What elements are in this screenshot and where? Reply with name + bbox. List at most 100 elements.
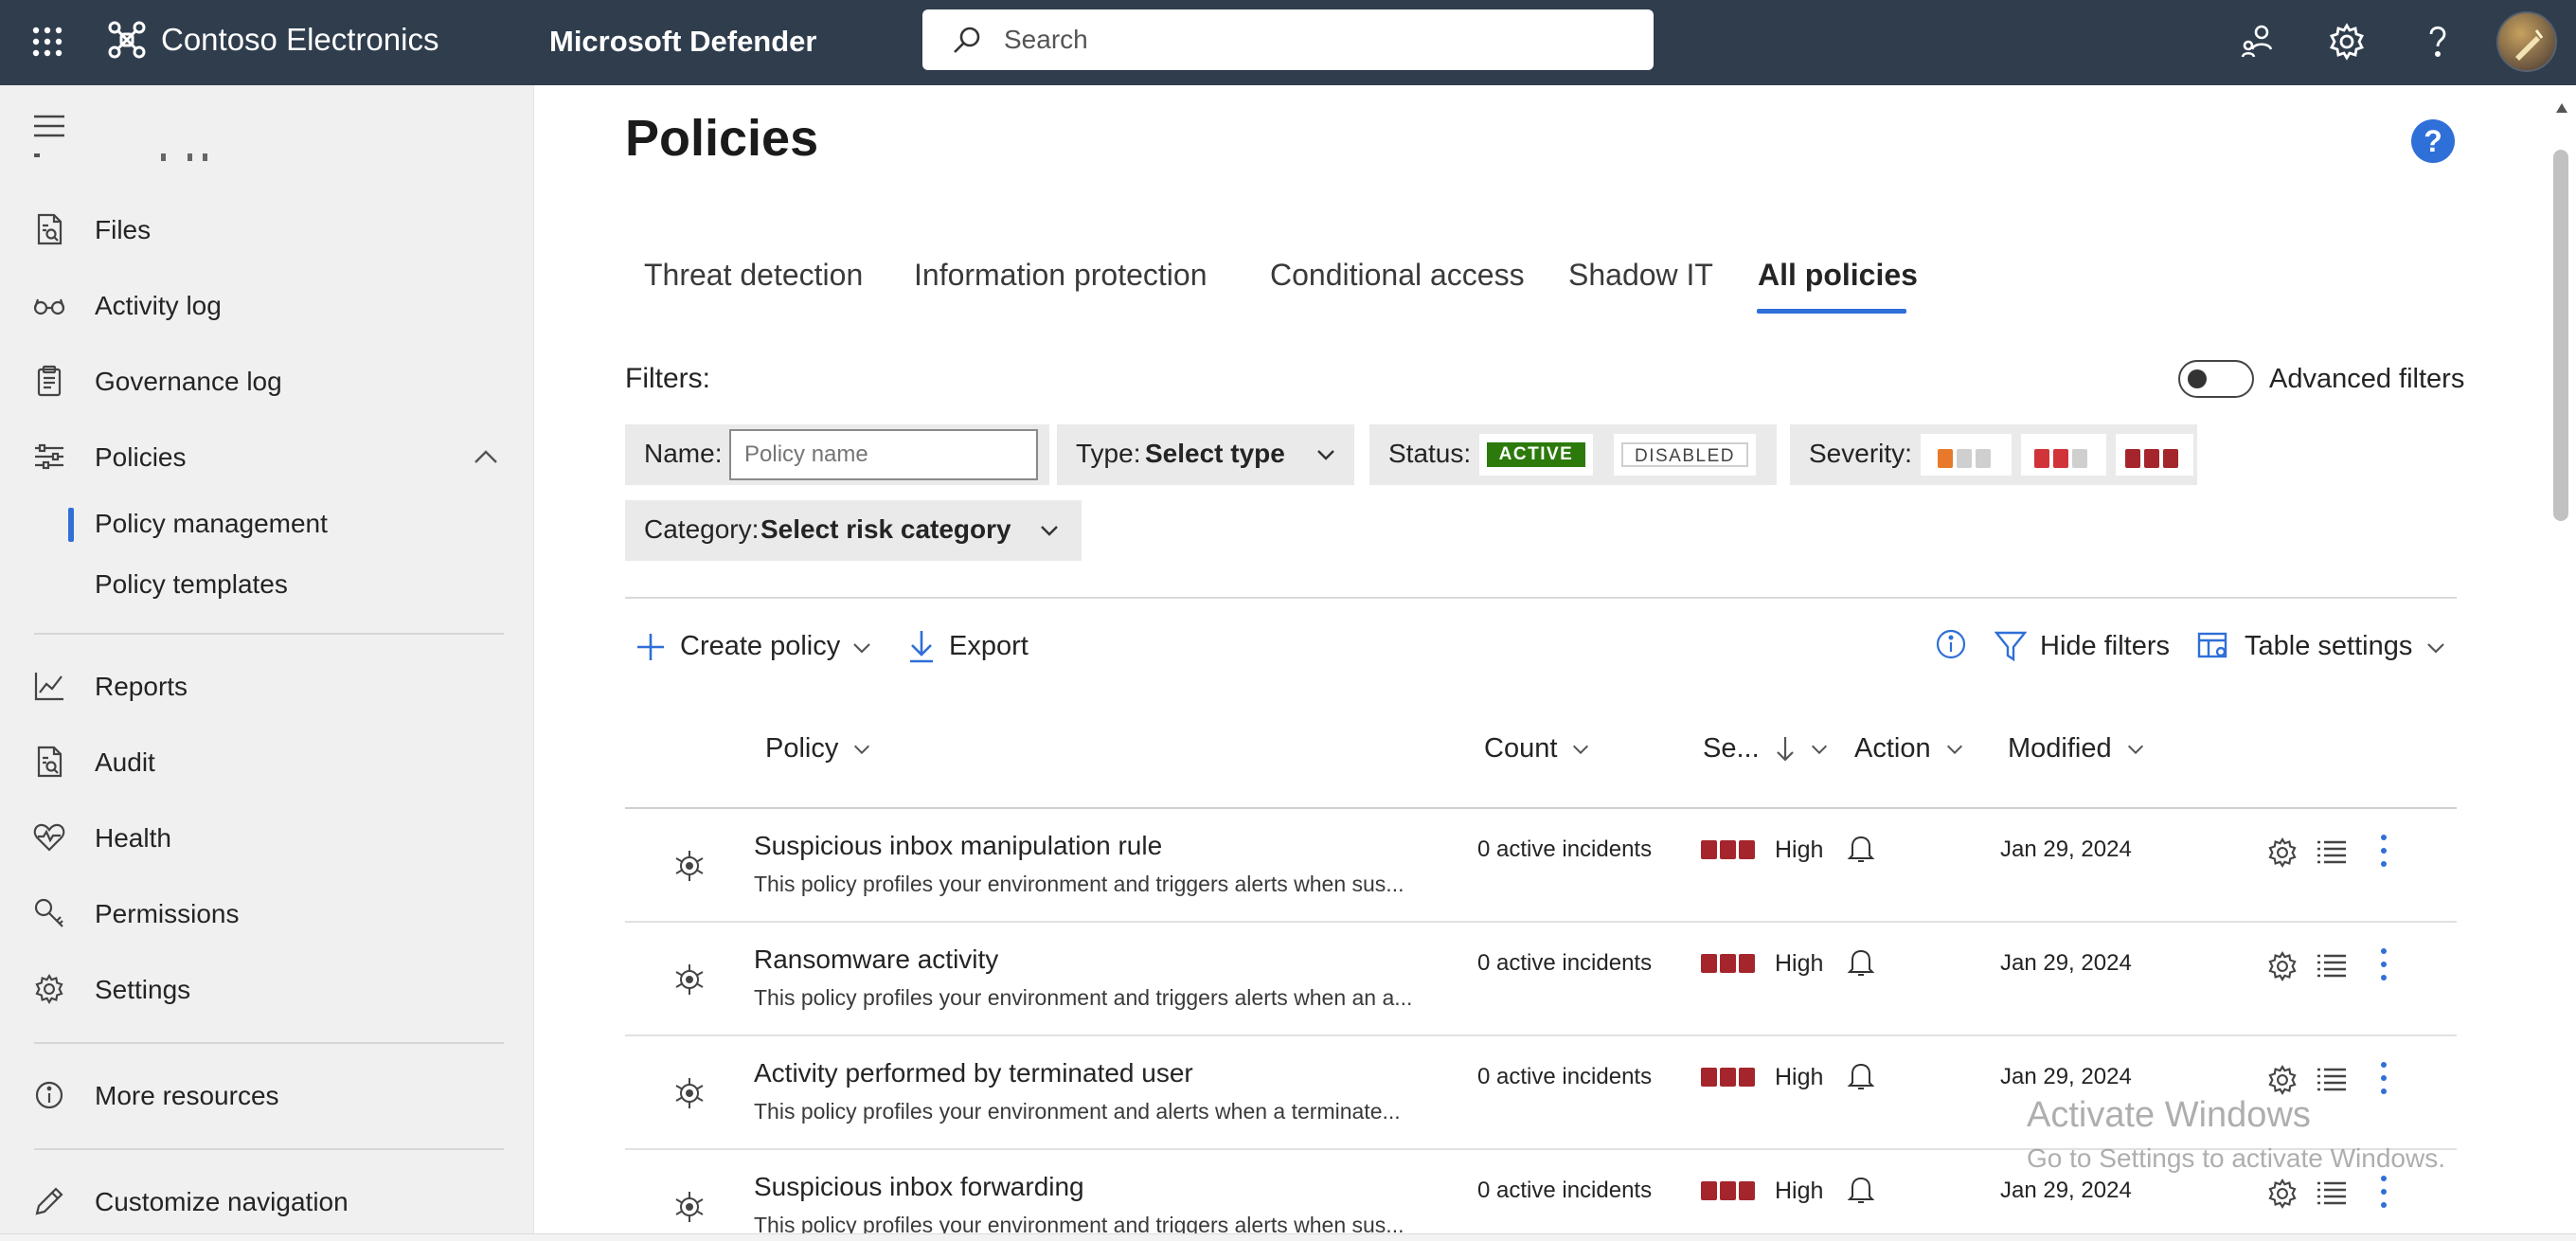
bell-icon — [1847, 1175, 1875, 1205]
sidebar-item-governance-log[interactable]: Governance log — [0, 351, 534, 411]
glasses-icon — [32, 288, 66, 322]
chevron-down-icon — [854, 745, 870, 755]
sidebar-item-policies[interactable]: Policies — [0, 426, 534, 487]
scrollbar-thumb[interactable] — [2553, 150, 2568, 521]
gear-icon[interactable] — [2265, 1177, 2299, 1211]
help-icon[interactable] — [2417, 21, 2459, 63]
sidebar-item-reports[interactable]: Reports — [0, 656, 534, 716]
severity-medium-button[interactable] — [2021, 434, 2106, 476]
severity-high-bars — [1701, 840, 1756, 859]
policy-name[interactable]: Ransomware activity — [754, 944, 998, 976]
policy-name-input[interactable] — [729, 429, 1038, 480]
gear-icon[interactable] — [2326, 21, 2368, 63]
sidebar-item-activity-log[interactable]: Activity log — [0, 275, 534, 335]
sidebar-subitem-policy-management[interactable]: Policy management — [0, 498, 534, 551]
status-disabled-button[interactable]: DISABLED — [1614, 434, 1756, 476]
policy-count[interactable]: 0 active incidents — [1477, 1063, 1652, 1091]
sidebar-subitem-policy-templates[interactable]: Policy templates — [0, 559, 534, 612]
policy-name[interactable]: Suspicious inbox forwarding — [754, 1171, 1084, 1203]
severity-filter-label: Severity: — [1809, 439, 1912, 468]
tab-conditional-access[interactable]: Conditional access — [1270, 256, 1525, 294]
list-icon[interactable] — [2315, 1065, 2349, 1095]
sidebar-item-health[interactable]: Health — [0, 807, 534, 868]
severity-label: High — [1775, 950, 1824, 977]
more-options-icon[interactable] — [2377, 1059, 2390, 1097]
advanced-filters-toggle[interactable] — [2178, 360, 2254, 398]
type-filter-value: Select type — [1145, 439, 1285, 468]
policy-name[interactable]: Activity performed by terminated user — [754, 1057, 1193, 1089]
chart-icon — [32, 669, 66, 703]
name-filter: Name: — [625, 424, 1049, 485]
hide-filters-button[interactable]: Hide filters — [1995, 625, 2184, 667]
toggle-knob — [2188, 369, 2207, 388]
bell-icon — [1847, 947, 1875, 978]
sidebar-divider — [34, 1148, 504, 1150]
severity-low-button[interactable] — [1921, 434, 2012, 476]
more-options-icon[interactable] — [2377, 1173, 2390, 1211]
tab-all-policies[interactable]: All policies — [1758, 256, 1918, 294]
scroll-up-arrow-icon[interactable] — [2555, 102, 2568, 114]
policy-count[interactable]: 0 active incidents — [1477, 836, 1652, 864]
search-input[interactable] — [1004, 19, 1629, 61]
type-filter[interactable]: Type: Select type — [1057, 424, 1354, 485]
sidebar-item-customize-navigation[interactable]: Customize navigation — [0, 1171, 534, 1232]
chevron-down-icon — [2424, 637, 2447, 659]
more-options-icon[interactable] — [2377, 945, 2390, 983]
tab-information-protection[interactable]: Information protection — [914, 256, 1208, 294]
sidebar-item-label: Activity log — [95, 291, 222, 320]
severity-high-button[interactable] — [2116, 434, 2193, 476]
info-icon[interactable] — [1934, 627, 1968, 661]
tab-threat-detection[interactable]: Threat detection — [644, 256, 863, 294]
list-icon[interactable] — [2315, 837, 2349, 868]
tab-shadow-it[interactable]: Shadow IT — [1568, 256, 1713, 294]
gear-icon[interactable] — [2265, 949, 2299, 983]
advanced-filters-label: Advanced filters — [2269, 364, 2465, 394]
column-header-action[interactable]: Action — [1854, 731, 1965, 765]
gear-icon[interactable] — [2265, 836, 2299, 870]
status-active-button[interactable]: ACTIVE — [1479, 434, 1593, 476]
hamburger-icon[interactable] — [32, 112, 66, 140]
sidebar-item-settings[interactable]: Settings — [0, 959, 534, 1019]
pencil-icon — [32, 1184, 66, 1218]
export-button[interactable]: Export — [907, 625, 1040, 667]
bell-icon — [1847, 1061, 1875, 1091]
policy-name[interactable]: Suspicious inbox manipulation rule — [754, 830, 1162, 862]
list-icon[interactable] — [2315, 951, 2349, 981]
sidebar-item-label: Policies — [95, 442, 187, 472]
active-indicator — [68, 508, 74, 542]
policy-count[interactable]: 0 active incidents — [1477, 1177, 1652, 1205]
create-policy-button[interactable]: Create policy — [635, 625, 881, 667]
policy-count[interactable]: 0 active incidents — [1477, 949, 1652, 978]
org-name[interactable]: Contoso Electronics — [161, 21, 438, 59]
column-header-modified[interactable]: Modified — [2008, 731, 2146, 765]
name-filter-label: Name: — [644, 439, 723, 468]
community-icon[interactable] — [2237, 21, 2279, 63]
filter-icon — [1995, 629, 2027, 663]
sidebar-item-files[interactable]: Files — [0, 199, 534, 260]
table-settings-button[interactable]: Table settings — [2197, 625, 2453, 667]
help-button[interactable]: ? — [2411, 119, 2455, 163]
policy-icon — [671, 847, 708, 885]
list-icon[interactable] — [2315, 1178, 2349, 1209]
column-header-severity[interactable]: Se... — [1703, 731, 1830, 765]
sidebar-item-label: More resources — [95, 1081, 279, 1110]
sidebar-item-label: Governance log — [95, 367, 282, 396]
category-filter[interactable]: Category: Select risk category — [625, 500, 1082, 561]
chevron-up-icon[interactable] — [472, 443, 500, 470]
column-header-policy[interactable]: Policy — [765, 731, 872, 765]
waffle-icon[interactable] — [28, 23, 66, 61]
search-box[interactable] — [922, 9, 1654, 70]
sidebar-item-permissions[interactable]: Permissions — [0, 883, 534, 944]
bell-icon — [1847, 834, 1875, 864]
sidebar-item-audit[interactable]: Audit — [0, 731, 534, 792]
file-search-icon — [32, 212, 66, 246]
gear-icon[interactable] — [2265, 1063, 2299, 1097]
more-options-icon[interactable] — [2377, 832, 2390, 870]
sidebar-item-more-resources[interactable]: More resources — [0, 1065, 534, 1125]
table-row[interactable]: Ransomware activity This policy profiles… — [625, 923, 2457, 1036]
sliders-icon — [32, 440, 66, 474]
table-row[interactable]: Suspicious inbox manipulation rule This … — [625, 809, 2457, 923]
avatar[interactable] — [2496, 11, 2557, 72]
column-header-count[interactable]: Count — [1484, 731, 1591, 765]
app-name[interactable]: Microsoft Defender — [549, 23, 816, 61]
